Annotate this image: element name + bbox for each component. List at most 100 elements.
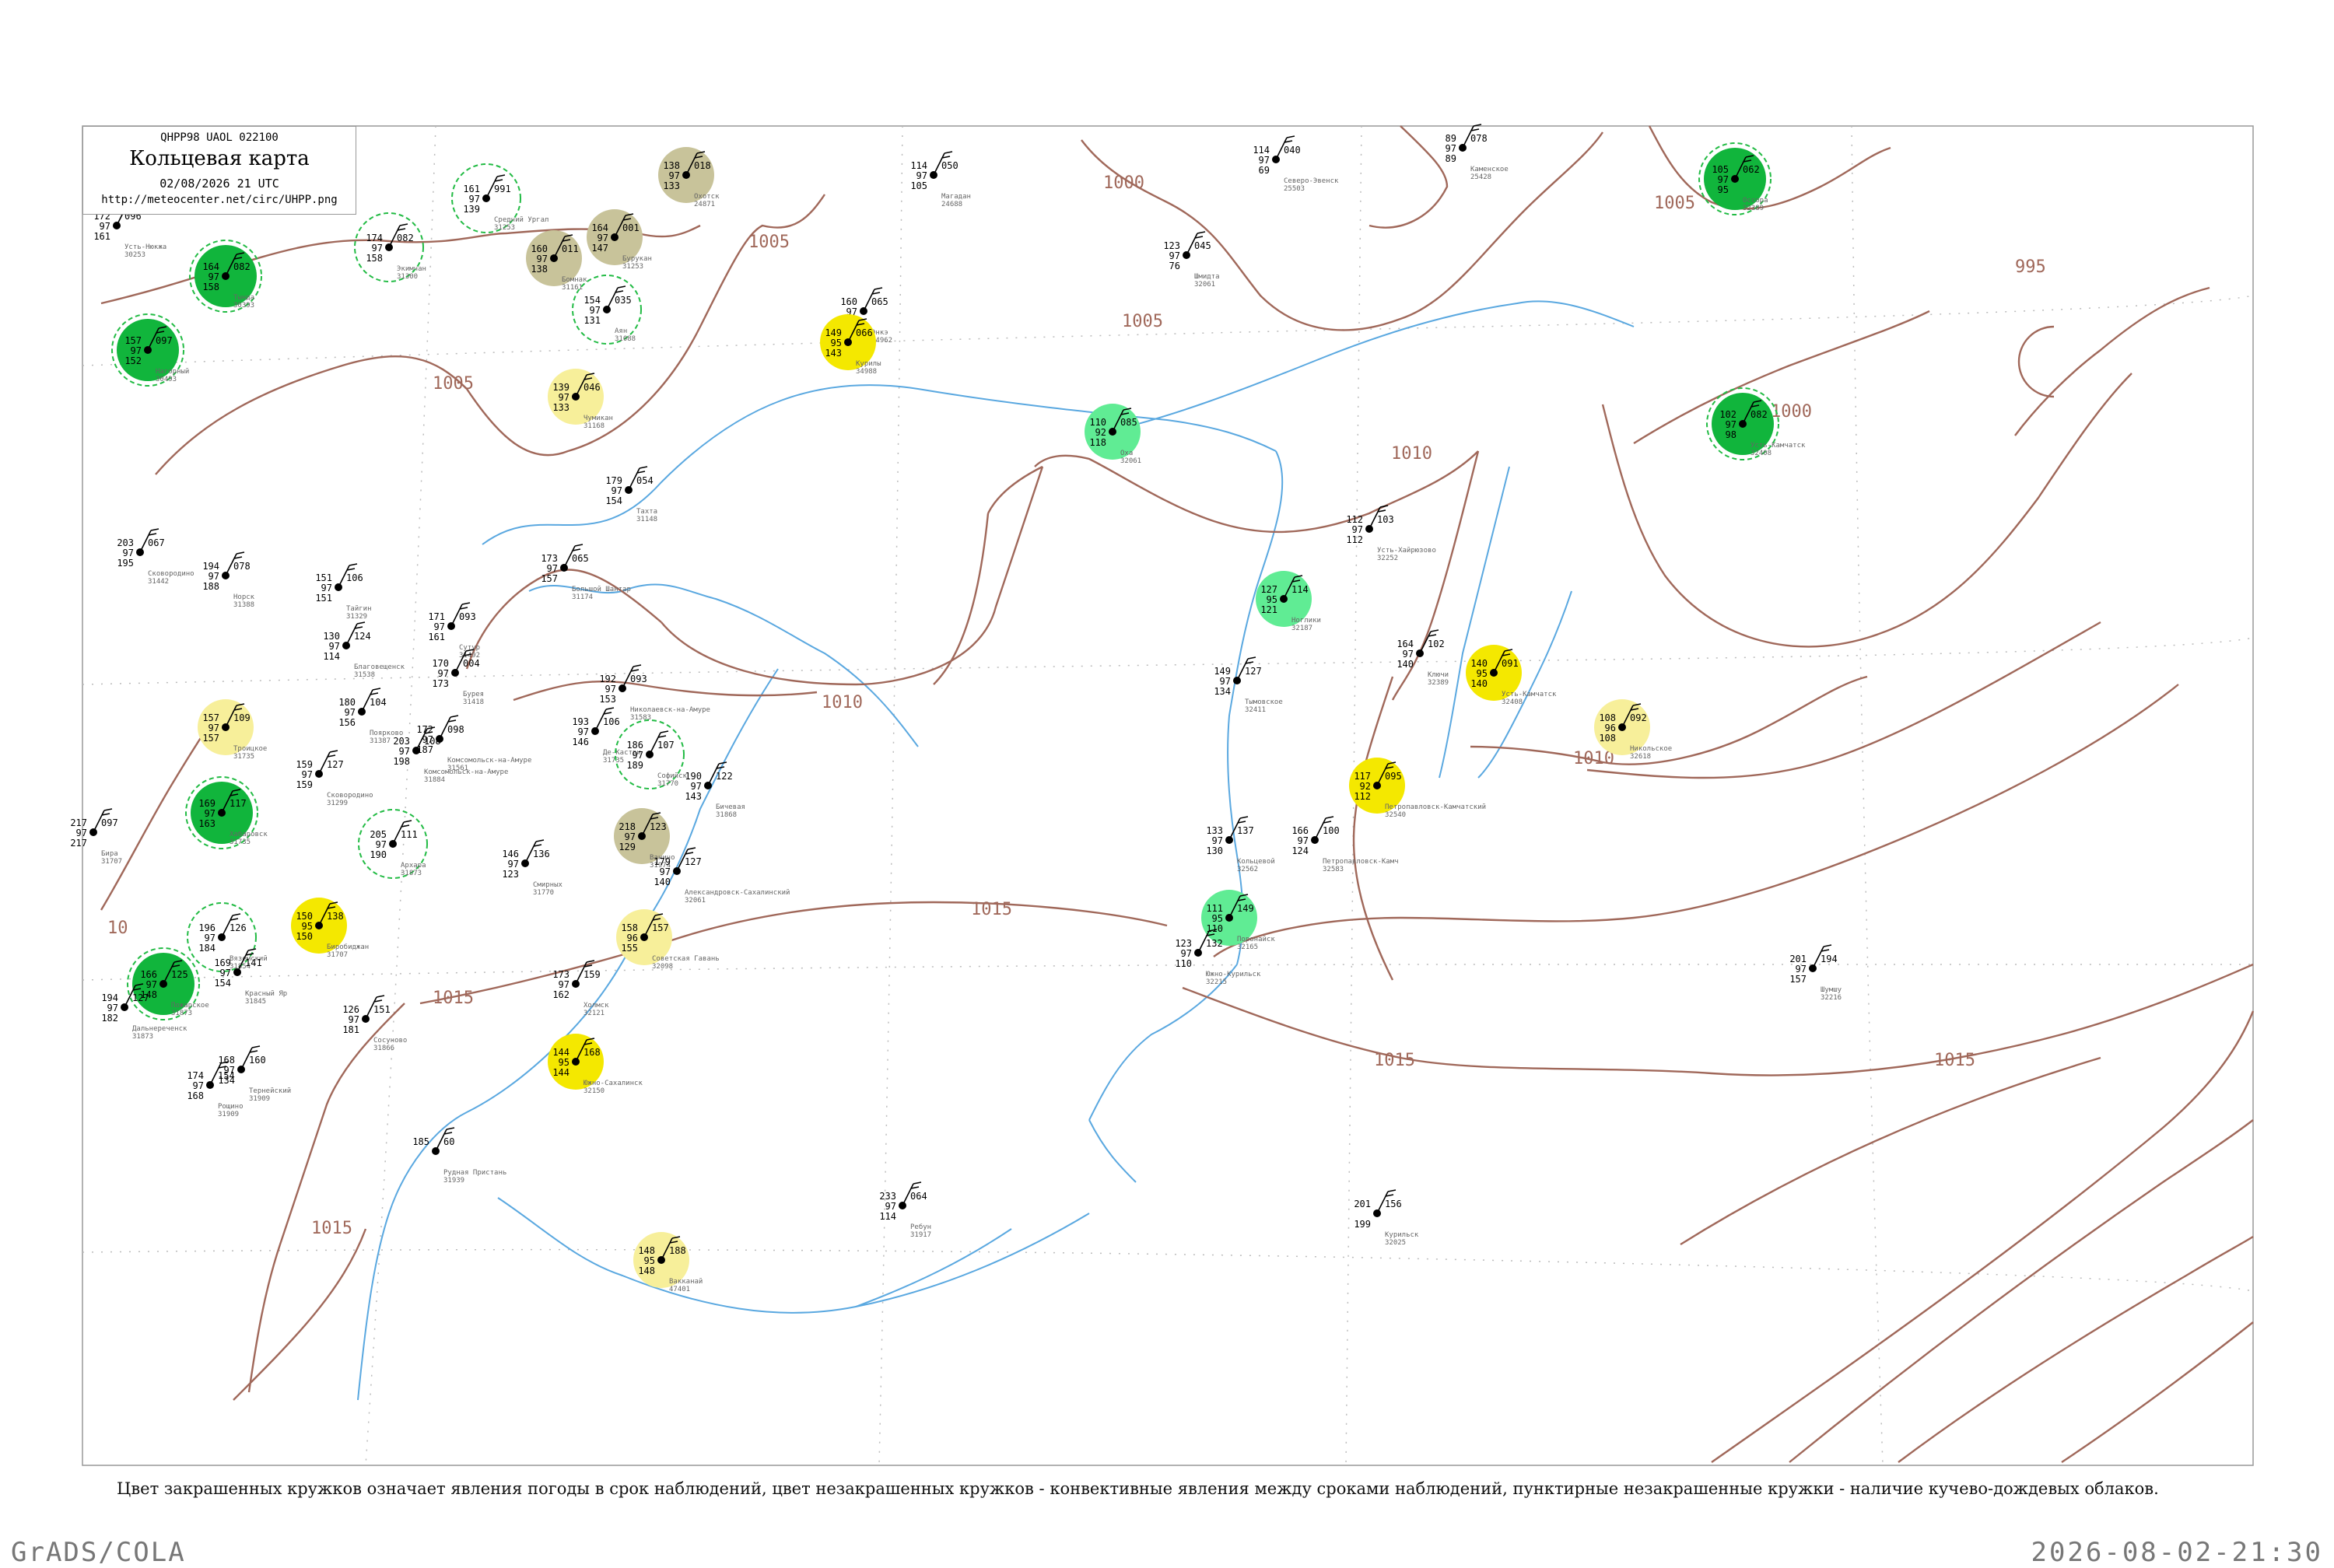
visibility-code: 97 xyxy=(193,1080,204,1091)
station-index: 31418 xyxy=(463,698,484,706)
dew-point: 110 xyxy=(1175,958,1192,969)
visibility-code: 95 xyxy=(559,1057,569,1068)
visibility-code: 97 xyxy=(916,170,927,181)
pressure-tendency: 082 xyxy=(1750,409,1768,420)
pressure-tendency: 114 xyxy=(1291,584,1309,595)
air-temperature: 194 xyxy=(202,561,219,572)
station-index: 32098 xyxy=(652,963,673,971)
air-temperature: 159 xyxy=(296,759,313,770)
visibility-code: 97 xyxy=(399,746,410,757)
dew-point: 121 xyxy=(1260,604,1277,615)
station-name: Тында xyxy=(233,294,254,302)
pressure-tendency: 124 xyxy=(354,631,371,642)
station-index: 32252 xyxy=(1377,555,1398,562)
weather-map: 1000 1005 1005 1005 1005 995 1000 1010 1… xyxy=(70,124,2255,1466)
station-index: 32389 xyxy=(1428,679,1449,687)
station-name: Северо-Эвенск xyxy=(1284,177,1339,185)
visibility-code: 97 xyxy=(205,808,216,819)
station-name: Бомнак xyxy=(562,276,587,284)
air-temperature: 170 xyxy=(432,658,449,669)
visibility-code: 97 xyxy=(625,831,636,842)
dew-point: 112 xyxy=(1354,791,1371,802)
dew-point: 153 xyxy=(599,694,616,705)
dew-point: 108 xyxy=(1599,733,1616,744)
station-index: 31735 xyxy=(233,753,254,761)
dew-point: 105 xyxy=(910,180,927,191)
dew-point: 198 xyxy=(393,756,410,767)
air-temperature: 102 xyxy=(1719,409,1736,420)
air-temperature: 186 xyxy=(626,740,643,751)
pressure-tendency: 123 xyxy=(650,821,667,832)
station-name: Смирных xyxy=(533,881,563,889)
air-temperature: 108 xyxy=(1599,712,1616,723)
pressure-tendency: 045 xyxy=(1194,240,1211,251)
air-temperature: 194 xyxy=(101,992,118,1003)
station-name: Аян xyxy=(615,327,627,335)
dew-point: 182 xyxy=(101,1013,118,1024)
station-index: 31735 xyxy=(603,757,624,765)
air-temperature: 173 xyxy=(541,553,558,564)
station-name: Поярково xyxy=(370,730,403,737)
dew-point: 158 xyxy=(366,253,383,264)
station-index: 30493 xyxy=(156,376,177,383)
pressure-tendency: 095 xyxy=(1385,771,1402,782)
station-index: 31707 xyxy=(327,951,348,959)
pressure-tendency: 157 xyxy=(652,922,669,933)
air-temperature: 168 xyxy=(218,1055,235,1066)
dew-point: 140 xyxy=(1397,659,1414,670)
air-temperature: 105 xyxy=(1712,164,1729,175)
dew-point: 217 xyxy=(70,838,87,849)
dew-point: 114 xyxy=(323,651,340,662)
station-index: 31884 xyxy=(424,776,445,784)
air-temperature: 150 xyxy=(296,911,313,922)
dew-point: 69 xyxy=(1259,165,1270,176)
dew-point: 146 xyxy=(572,737,589,747)
pressure-tendency: 168 xyxy=(584,1047,601,1058)
station-index: 31917 xyxy=(910,1231,931,1239)
station-index: 31161 xyxy=(562,284,583,292)
air-temperature: 123 xyxy=(1175,938,1192,949)
air-temperature: 196 xyxy=(198,922,216,933)
air-temperature: 139 xyxy=(552,382,569,393)
software-credit: GrADS/COLA xyxy=(11,1537,186,1568)
station-name: Комсомольск-на-Амуре xyxy=(424,768,508,776)
station-index: 32540 xyxy=(1385,811,1406,819)
station-name: Вакканай xyxy=(669,1278,703,1286)
visibility-code: 97 xyxy=(224,1065,235,1076)
visibility-code: 96 xyxy=(1605,723,1616,733)
dew-point: 147 xyxy=(591,243,608,254)
dew-point: 151 xyxy=(315,593,332,604)
visibility-code: 97 xyxy=(578,726,589,737)
isobar-label: 1005 xyxy=(1654,194,1695,213)
station-name: Ребун xyxy=(910,1223,931,1231)
dew-point: 190 xyxy=(370,849,387,860)
dew-point: 161 xyxy=(93,231,110,242)
station-name: Каменское xyxy=(1470,166,1509,173)
station-name: Шумшу xyxy=(1821,986,1842,994)
pressure-tendency: 991 xyxy=(494,184,511,194)
pressure-tendency: 194 xyxy=(1821,954,1838,964)
air-temperature: 174 xyxy=(187,1070,204,1081)
dew-point: 134 xyxy=(1214,686,1231,697)
station-index: 32215 xyxy=(1206,978,1227,986)
visibility-code: 97 xyxy=(376,839,387,850)
visibility-code: 95 xyxy=(1477,668,1488,679)
air-temperature: 180 xyxy=(338,697,356,708)
pressure-tendency: 093 xyxy=(630,674,647,684)
visibility-code: 97 xyxy=(669,170,680,181)
station-index: 31299 xyxy=(327,800,348,807)
station-name: Кольцевой xyxy=(1237,858,1275,866)
pressure-tendency: 108 xyxy=(424,736,441,747)
dew-point: 133 xyxy=(663,180,680,191)
air-temperature: 130 xyxy=(323,631,340,642)
station-name: Тымовское xyxy=(1245,698,1283,706)
air-temperature: 179 xyxy=(654,856,671,867)
visibility-code: 95 xyxy=(1212,913,1223,924)
station-index: 32165 xyxy=(1237,943,1258,951)
station-index: 31253 xyxy=(622,263,643,271)
pressure-tendency: 109 xyxy=(233,712,251,723)
station-index: 31770 xyxy=(657,780,678,788)
station-name: Норск xyxy=(233,593,255,601)
pressure-tendency: 046 xyxy=(584,382,601,393)
dew-point: 195 xyxy=(117,558,134,569)
